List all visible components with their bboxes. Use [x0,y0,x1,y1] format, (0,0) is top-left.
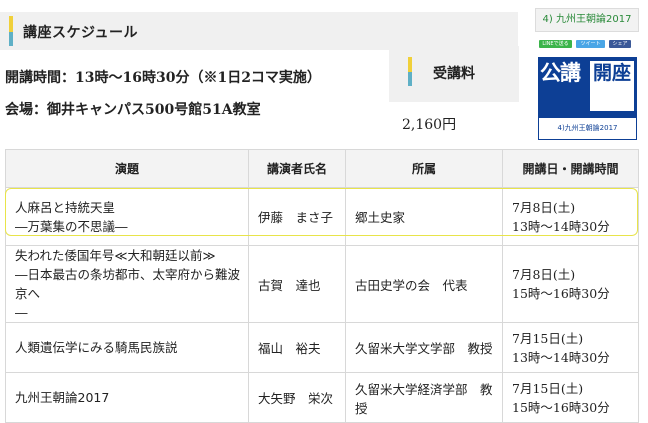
lecture-title: 九州王朝論2017 [5,372,249,423]
line-share-button[interactable]: LINEで送る [539,40,572,48]
column-header-affiliation: 所属 [345,149,503,188]
fee-heading: 受講料 [433,66,475,82]
table-header-row: 演題 講演者氏名 所属 開講日・開講時間 [5,149,639,188]
column-header-speaker: 講演者氏名 [248,149,346,188]
table-row[interactable]: 九州王朝論2017 大矢野 栄次 久留米大学経済学部 教授 7月15日(土) 1… [5,372,639,423]
schedule-heading: 講座スケジュール [23,25,139,41]
tweet-button[interactable]: ツイート [576,40,605,48]
row-highlight-outline [5,188,638,236]
lecture-banner[interactable]: 公講 開座 4)九州王朝論2017 [538,57,637,140]
lecture-subtitle-line: ― [15,305,28,320]
lecture-date: 7月15日(土) 13時～14時30分 [502,322,639,373]
table-row[interactable]: 失われた倭国年号≪大和朝廷以前≫ ―日本最古の条坊都市、太宰府から難波京へ ― … [5,245,639,323]
banner-caption: 4)九州王朝論2017 [538,117,637,140]
sidebar-title[interactable]: 4) 九州王朝論2017 [535,8,639,32]
column-header-topic: 演題 [5,149,249,188]
speaker-name: 大矢野 栄次 [248,372,346,423]
lecture-hours: 開講時間：13時～16時30分（※1日2コマ実施） [5,70,321,86]
lecture-day: 7月15日(土) [512,330,584,346]
facebook-share-button[interactable]: シェア [609,40,631,48]
fee-amount: 2,160円 [402,117,457,133]
lecture-date: 7月15日(土) 15時～16時30分 [502,372,639,423]
speaker-affiliation: 久留米大学文学部 教授 [345,322,503,373]
lecture-title: 人類遺伝学にみる騎馬民族説 [5,322,249,373]
speaker-name: 福山 裕夫 [248,322,346,373]
column-header-date: 開講日・開講時間 [502,149,639,188]
fee-section-header: 受講料 [389,46,519,102]
lecture-title-line: 失われた倭国年号≪大和朝廷以前≫ [15,248,216,263]
banner-logo-inverse: 開座 [590,61,634,111]
lecture-title: 失われた倭国年号≪大和朝廷以前≫ ―日本最古の条坊都市、太宰府から難波京へ ― [5,245,249,323]
speaker-affiliation: 古田史学の会 代表 [345,245,503,323]
lecture-subtitle-line: ―日本最古の条坊都市、太宰府から難波京へ [15,267,241,301]
schedule-section-header: 講座スケジュール [0,12,518,50]
lecture-time: 15時～16時30分 [512,399,610,415]
accent-bar [408,57,412,72]
speaker-name: 古賀 達也 [248,245,346,323]
speaker-affiliation: 久留米大学経済学部 教授 [345,372,503,423]
table-row[interactable]: 人類遺伝学にみる騎馬民族説 福山 裕夫 久留米大学文学部 教授 7月15日(土)… [5,322,639,373]
lecture-time: 13時～14時30分 [512,349,610,365]
banner-logo: 公講 [540,60,581,85]
lecture-day: 7月8日(土) [512,267,576,282]
accent-bar [408,72,412,86]
accent-bar [9,16,13,32]
lecture-time: 15時～16時30分 [512,286,610,301]
lecture-venue: 会場：御井キャンパス500号館51A教室 [5,102,261,118]
lecture-day: 7月15日(土) [512,380,584,396]
lecture-date: 7月8日(土) 15時～16時30分 [502,245,639,323]
accent-bar [9,32,13,46]
